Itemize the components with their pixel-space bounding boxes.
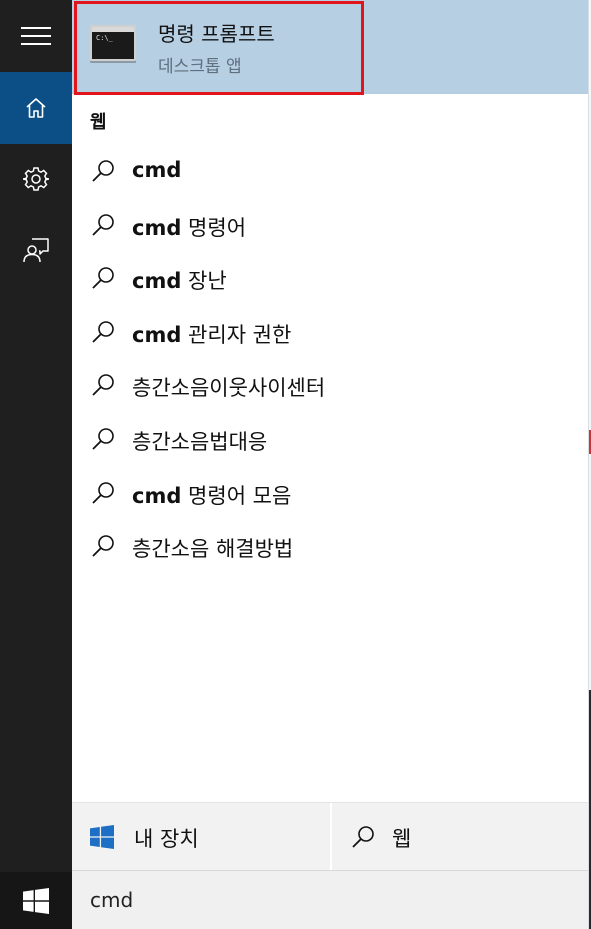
windows-logo-icon [23, 887, 49, 914]
best-match-result[interactable]: C:\_ 명령 프롬프트 데스크톱 앱 [72, 0, 588, 95]
feedback-icon [23, 238, 49, 263]
web-suggestion[interactable]: 층간소음법대응 [72, 412, 588, 466]
search-icon [352, 826, 374, 848]
web-suggestion[interactable]: 층간소음 해결방법 [72, 519, 588, 573]
my-stuff-label: 내 장치 [134, 827, 199, 851]
suggestion-label: 층간소음법대응 [132, 429, 268, 454]
best-match-subtitle: 데스크톱 앱 [158, 57, 242, 77]
web-suggestion[interactable]: cmd 관리자 권한 [72, 305, 588, 359]
gear-icon [23, 167, 49, 191]
hamburger-icon [21, 27, 51, 45]
suggestion-label: cmd 관리자 권한 [132, 322, 292, 347]
home-button[interactable] [0, 72, 72, 144]
suggestion-label: cmd [132, 158, 182, 182]
my-stuff-filter-button[interactable]: 내 장치 [72, 803, 329, 871]
search-icon [92, 428, 114, 450]
hamburger-menu-button[interactable] [0, 0, 72, 72]
suggestion-label: cmd 명령어 모음 [132, 483, 292, 508]
search-input-value: cmd [90, 888, 134, 912]
search-icon [92, 213, 114, 236]
feedback-button[interactable] [0, 214, 72, 286]
suggestion-label: cmd 장난 [132, 269, 227, 294]
home-icon [26, 98, 46, 118]
search-input[interactable]: cmd [72, 870, 588, 929]
web-filter-label: 웹 [392, 827, 412, 851]
settings-button[interactable] [0, 144, 72, 214]
web-suggestions-list: cmd cmd 명령어 cmd 장난 cmd 관리자 권한 층간소음이웃사이센터… [72, 144, 588, 573]
command-prompt-icon: C:\_ [90, 25, 136, 61]
web-section-label: 웹 [90, 112, 107, 133]
search-icon [92, 481, 114, 504]
suggestion-label: 층간소음 해결방법 [132, 537, 294, 562]
suggestion-label: 층간소음이웃사이센터 [132, 376, 326, 401]
start-button[interactable] [0, 872, 72, 929]
windows-logo-icon [90, 825, 114, 849]
left-rail [0, 0, 72, 929]
search-filter-bar: 내 장치 웹 [72, 802, 588, 871]
web-suggestion[interactable]: cmd 명령어 [72, 198, 588, 252]
search-icon [92, 160, 114, 182]
search-icon [92, 374, 114, 397]
search-icon [92, 320, 114, 343]
search-icon [92, 267, 114, 289]
web-filter-button[interactable]: 웹 [330, 803, 588, 871]
suggestion-label: cmd 명령어 [132, 215, 247, 240]
best-match-title: 명령 프롬프트 [158, 22, 275, 46]
web-suggestion[interactable]: cmd 장난 [72, 251, 588, 305]
search-results-panel: C:\_ 명령 프롬프트 데스크톱 앱 웹 cmd cmd 명령어 cmd 장난… [72, 0, 588, 929]
web-suggestion[interactable]: 층간소음이웃사이센터 [72, 358, 588, 412]
search-icon [92, 535, 114, 557]
web-suggestion[interactable]: cmd 명령어 모음 [72, 466, 588, 520]
web-suggestion[interactable]: cmd [72, 144, 588, 198]
